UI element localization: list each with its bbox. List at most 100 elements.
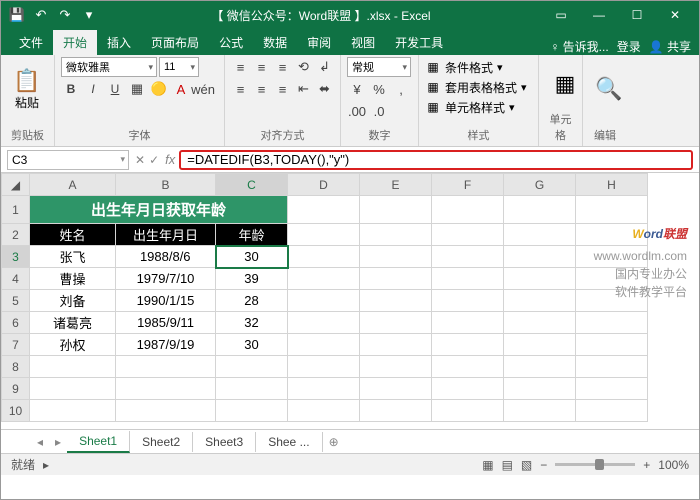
header-name[interactable]: 姓名 — [30, 224, 116, 246]
currency-icon[interactable]: ¥ — [347, 79, 367, 99]
cell[interactable]: 1985/9/11 — [116, 312, 216, 334]
header-date[interactable]: 出生年月日 — [116, 224, 216, 246]
cell[interactable]: 1987/9/19 — [116, 334, 216, 356]
view-normal-icon[interactable]: ▦ — [482, 458, 493, 472]
cell[interactable]: 39 — [216, 268, 288, 290]
share-button[interactable]: 👤 共享 — [649, 38, 691, 55]
font-color-icon[interactable]: A — [171, 79, 191, 99]
bold-icon[interactable]: B — [61, 79, 81, 99]
dec-decimal-icon[interactable]: .0 — [369, 101, 389, 121]
tab-home[interactable]: 开始 — [53, 30, 97, 55]
cell[interactable]: 28 — [216, 290, 288, 312]
cell-styles-button[interactable]: ▦单元格样式 ▾ — [425, 97, 532, 117]
row-2[interactable]: 2 — [2, 224, 30, 246]
paste-button[interactable]: 📋粘贴 — [7, 57, 47, 121]
col-E[interactable]: E — [360, 174, 432, 196]
view-break-icon[interactable]: ▧ — [521, 458, 532, 472]
col-C[interactable]: C — [216, 174, 288, 196]
cells-button[interactable]: ▦ — [545, 57, 585, 110]
sheet-tab[interactable]: Shee ... — [256, 432, 322, 452]
name-box[interactable]: C3 — [7, 150, 129, 170]
table-title[interactable]: 出生年月日获取年龄 — [30, 196, 288, 224]
col-D[interactable]: D — [288, 174, 360, 196]
inc-decimal-icon[interactable]: .00 — [347, 101, 367, 121]
row-7[interactable]: 7 — [2, 334, 30, 356]
cell[interactable]: 32 — [216, 312, 288, 334]
align-center-icon[interactable]: ≡ — [252, 79, 271, 99]
editing-button[interactable]: 🔍 — [589, 57, 629, 121]
sheet-nav-next[interactable]: ▸ — [49, 435, 67, 449]
align-mid-icon[interactable]: ≡ — [252, 57, 271, 77]
align-right-icon[interactable]: ≡ — [273, 79, 292, 99]
align-top-icon[interactable]: ≡ — [231, 57, 250, 77]
italic-icon[interactable]: I — [83, 79, 103, 99]
format-as-table-button[interactable]: ▦套用表格格式 ▾ — [425, 77, 532, 97]
cell[interactable]: 1979/7/10 — [116, 268, 216, 290]
wrap-icon[interactable]: ↲ — [315, 57, 334, 77]
col-G[interactable]: G — [504, 174, 576, 196]
confirm-formula-icon[interactable]: ✓ — [149, 153, 159, 167]
sheet-nav-prev[interactable]: ◂ — [31, 435, 49, 449]
font-size-combo[interactable]: 11 — [159, 57, 199, 77]
cell[interactable]: 1990/1/15 — [116, 290, 216, 312]
align-bot-icon[interactable]: ≡ — [273, 57, 292, 77]
row-5[interactable]: 5 — [2, 290, 30, 312]
tab-view[interactable]: 视图 — [341, 30, 385, 55]
macro-record-icon[interactable]: ▸ — [43, 458, 49, 472]
percent-icon[interactable]: % — [369, 79, 389, 99]
col-F[interactable]: F — [432, 174, 504, 196]
tab-formulas[interactable]: 公式 — [209, 30, 253, 55]
minimize-icon[interactable]: ― — [581, 2, 617, 28]
sheet-tab[interactable]: Sheet3 — [193, 432, 256, 452]
zoom-in-icon[interactable]: + — [643, 458, 650, 472]
tab-data[interactable]: 数据 — [253, 30, 297, 55]
sheet-tab[interactable]: Sheet2 — [130, 432, 193, 452]
row-10[interactable]: 10 — [2, 400, 30, 422]
row-9[interactable]: 9 — [2, 378, 30, 400]
zoom-level[interactable]: 100% — [658, 458, 689, 472]
row-6[interactable]: 6 — [2, 312, 30, 334]
align-left-icon[interactable]: ≡ — [231, 79, 250, 99]
selected-cell[interactable]: 30 — [216, 246, 288, 268]
row-3[interactable]: 3 — [2, 246, 30, 268]
zoom-out-icon[interactable]: − — [540, 458, 547, 472]
row-1[interactable]: 1 — [2, 196, 30, 224]
conditional-format-button[interactable]: ▦条件格式 ▾ — [425, 57, 532, 77]
orientation-icon[interactable]: ⟲ — [294, 57, 313, 77]
cell[interactable]: 1988/8/6 — [116, 246, 216, 268]
tab-insert[interactable]: 插入 — [97, 30, 141, 55]
zoom-slider[interactable] — [555, 463, 635, 466]
row-8[interactable]: 8 — [2, 356, 30, 378]
save-icon[interactable]: 💾 — [7, 5, 27, 25]
number-format-combo[interactable]: 常规 — [347, 57, 411, 77]
view-layout-icon[interactable]: ▤ — [502, 458, 513, 472]
qat-more-icon[interactable]: ▾ — [79, 5, 99, 25]
fx-icon[interactable]: fx — [165, 152, 175, 167]
row-4[interactable]: 4 — [2, 268, 30, 290]
worksheet[interactable]: ◢ A B C D E F G H 1出生年月日获取年龄 2姓名出生年月日年龄 … — [1, 173, 699, 429]
cell[interactable]: 张飞 — [30, 246, 116, 268]
comma-icon[interactable]: , — [391, 79, 411, 99]
new-sheet-icon[interactable]: ⊕ — [323, 435, 345, 449]
tab-file[interactable]: 文件 — [9, 30, 53, 55]
maximize-icon[interactable]: ☐ — [619, 2, 655, 28]
header-age[interactable]: 年龄 — [216, 224, 288, 246]
select-all[interactable]: ◢ — [2, 174, 30, 196]
cell[interactable]: 曹操 — [30, 268, 116, 290]
redo-icon[interactable]: ↷ — [55, 5, 75, 25]
cell[interactable]: 孙权 — [30, 334, 116, 356]
indent-dec-icon[interactable]: ⇤ — [294, 79, 313, 99]
tab-review[interactable]: 审阅 — [297, 30, 341, 55]
font-name-combo[interactable]: 微软雅黑 — [61, 57, 157, 77]
cancel-formula-icon[interactable]: ✕ — [135, 153, 145, 167]
phonetic-icon[interactable]: wén — [193, 79, 213, 99]
sheet-tab[interactable]: Sheet1 — [67, 431, 130, 453]
cell[interactable]: 诸葛亮 — [30, 312, 116, 334]
col-H[interactable]: H — [576, 174, 648, 196]
fill-color-icon[interactable]: 🟡 — [149, 79, 169, 99]
underline-icon[interactable]: U — [105, 79, 125, 99]
cell[interactable]: 刘备 — [30, 290, 116, 312]
border-icon[interactable]: ▦ — [127, 79, 147, 99]
formula-bar[interactable]: =DATEDIF(B3,TODAY(),"y") — [179, 150, 693, 170]
merge-icon[interactable]: ⬌ — [315, 79, 334, 99]
